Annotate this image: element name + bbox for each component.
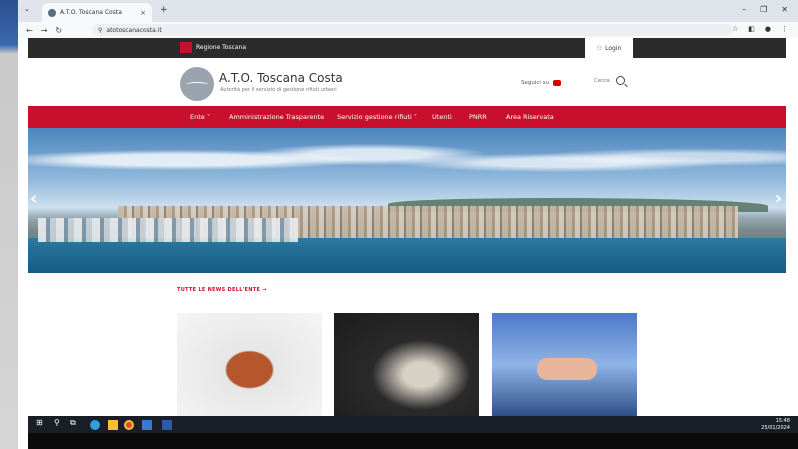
news-card[interactable] (492, 313, 637, 416)
seguici-label: Seguici su (521, 80, 550, 86)
back-icon[interactable]: ← (26, 26, 33, 35)
tab-search-icon[interactable]: ⌄ (24, 5, 30, 13)
user-icon: ⚇ (596, 44, 603, 52)
youtube-icon[interactable] (553, 80, 562, 86)
forward-icon[interactable]: → (41, 26, 48, 35)
tab-title: A.T.O. Toscana Costa (60, 9, 122, 16)
address-bar[interactable]: ⚲ atotoscanacosta.it (92, 24, 732, 36)
screen-bottom-bar (28, 433, 798, 449)
regione-flag-icon (180, 42, 192, 53)
search-button[interactable]: Cerca (594, 76, 625, 85)
desktop-edge (0, 0, 18, 449)
hero-sky (28, 138, 786, 193)
menu-item-ente[interactable]: Ente ˅ (190, 113, 210, 121)
screen: ⌄ A.T.O. Toscana Costa × + – ❐ ✕ ← → ↻ ⚲… (0, 0, 798, 449)
regione-toscana-link[interactable]: Regione Toscana (180, 42, 246, 53)
hero-port (38, 218, 298, 242)
bookmark-star-icon[interactable]: ☆ (732, 25, 738, 33)
handshake-shape (537, 358, 597, 380)
edge-icon[interactable] (90, 420, 100, 430)
outlook-icon[interactable] (162, 420, 172, 430)
search-label: Cerca (594, 77, 610, 84)
menu-item-area-riservata[interactable]: Area Riservata (506, 113, 554, 121)
slider-next-icon[interactable]: › (775, 188, 782, 209)
news-card[interactable] (334, 313, 479, 416)
all-news-link[interactable]: TUTTE LE NEWS DELL'ENTE → (177, 287, 267, 293)
search-taskbar-icon[interactable]: ⚲ (54, 418, 64, 428)
maximize-icon[interactable]: ❐ (760, 5, 767, 14)
minimize-icon[interactable]: – (742, 5, 746, 14)
clock-date: 25/01/2024 (761, 425, 790, 431)
site-info-icon[interactable]: ⚲ (98, 27, 102, 34)
hero-slider: ‹ › (28, 128, 786, 273)
favicon-icon (48, 8, 56, 17)
ato-logo[interactable] (180, 67, 214, 101)
menu-item-servizio-gestione-rifiuti[interactable]: Servizio gestione rifiuti ˅ (337, 113, 417, 121)
site-header: A.T.O. Toscana Costa Autorità per il ser… (28, 58, 786, 106)
taskbar-clock[interactable]: 15:48 25/01/2024 (761, 418, 790, 432)
site-topbar: Regione Toscana ⚇ Login (28, 38, 786, 58)
browser-toolbar: ← → ↻ ⚲ atotoscanacosta.it ☆ ◧ ● ⋮ (18, 22, 798, 38)
hero-sea (28, 238, 786, 273)
close-window-icon[interactable]: ✕ (781, 5, 788, 14)
news-image-handshake (492, 313, 637, 416)
main-menu: Ente ˅ Amministrazione Trasparente Servi… (28, 106, 786, 128)
news-image-signing (334, 313, 479, 416)
browser-tab[interactable]: A.T.O. Toscana Costa × (42, 3, 152, 22)
window-controls: – ❐ ✕ (742, 5, 788, 14)
login-label: Login (605, 44, 622, 52)
social-follow: Seguici su (521, 80, 562, 86)
mail-icon[interactable] (142, 420, 152, 430)
menu-item-amministrazione-trasparente[interactable]: Amministrazione Trasparente (229, 113, 324, 121)
file-explorer-icon[interactable] (108, 420, 118, 430)
task-view-icon[interactable]: ⧉ (70, 418, 80, 428)
windows-taskbar: ⊞ ⚲ ⧉ 15:48 25/01/2024 (28, 416, 798, 433)
tab-close-icon[interactable]: × (140, 9, 146, 17)
sidepanel-icon[interactable]: ◧ (748, 25, 755, 33)
url-text: atotoscanacosta.it (106, 26, 162, 34)
new-tab-button[interactable]: + (160, 5, 168, 15)
profile-icon[interactable]: ● (765, 25, 771, 33)
reload-icon[interactable]: ↻ (55, 26, 62, 35)
menu-item-utenti[interactable]: Utenti (432, 113, 452, 121)
slider-prev-icon[interactable]: ‹ (30, 188, 37, 209)
login-button[interactable]: ⚇ Login (585, 38, 633, 58)
chrome-icon[interactable] (124, 420, 134, 430)
regione-label: Regione Toscana (196, 44, 247, 51)
browser-tab-bar: ⌄ A.T.O. Toscana Costa × + – ❐ ✕ (18, 0, 798, 22)
menu-kebab-icon[interactable]: ⋮ (781, 25, 788, 33)
site-subtitle: Autorità per il servizio di gestione rif… (220, 87, 337, 93)
search-icon (615, 76, 625, 85)
clock-time: 15:48 (775, 418, 790, 424)
site-title[interactable]: A.T.O. Toscana Costa (219, 71, 343, 85)
browser-actions: ☆ ◧ ● ⋮ (732, 25, 788, 33)
menu-item-pnrr[interactable]: PNRR (469, 113, 487, 121)
news-image-meeting (177, 313, 322, 416)
start-icon[interactable]: ⊞ (36, 418, 46, 428)
news-card[interactable] (177, 313, 322, 416)
